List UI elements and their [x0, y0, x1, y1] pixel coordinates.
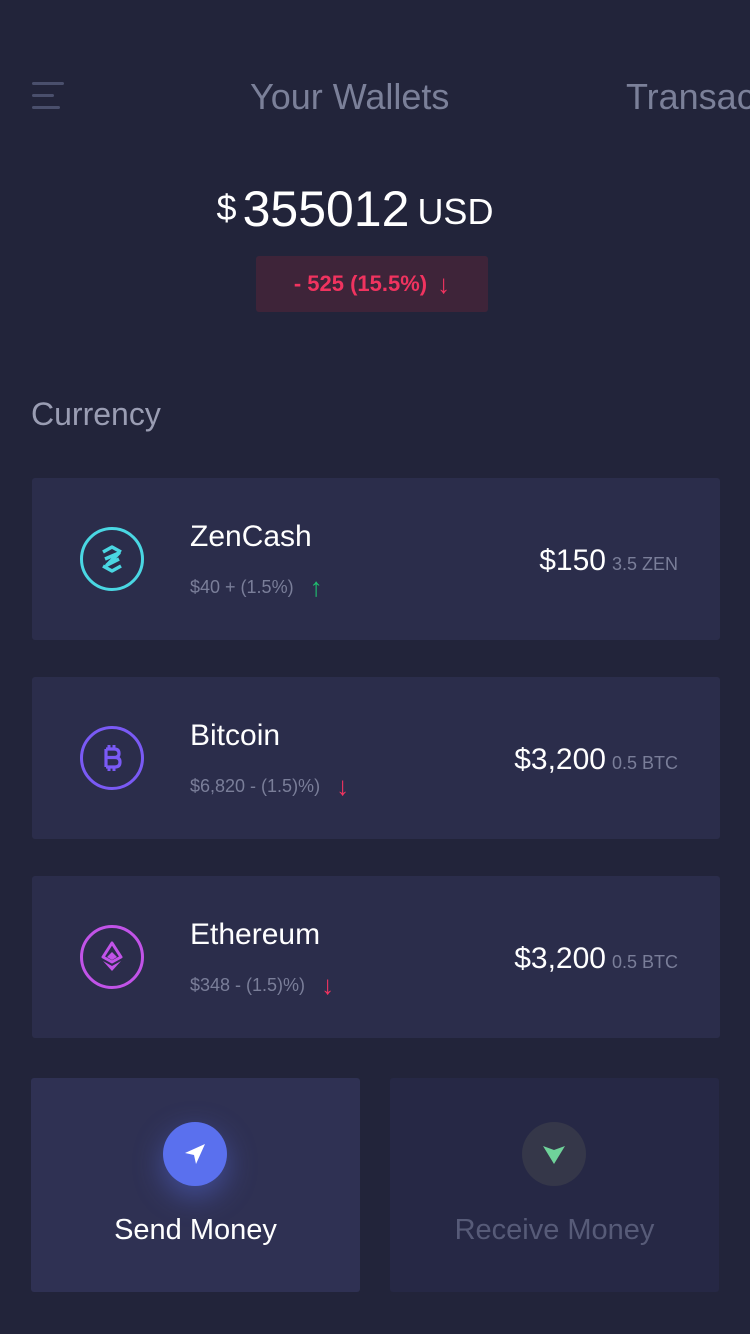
currency-price: $3,200 — [514, 743, 606, 776]
menu-line — [32, 94, 54, 97]
currency-holding: $150 3.5 ZEN — [539, 544, 678, 578]
balance-change-value: - 525 (15.5%) — [293, 271, 428, 296]
wallet-screen: Your Wallets Transac $355012 USD - 525 (1… — [0, 0, 750, 1334]
arrow-down-icon: ↓ — [336, 771, 350, 801]
total-balance: $355012 USD — [0, 180, 710, 238]
menu-line — [32, 106, 60, 109]
receive-money-label: Receive Money — [454, 1214, 655, 1246]
currency-holding: $3,200 0.5 BTC — [514, 743, 678, 777]
currency-card-zencash[interactable]: ZenCash $40 + (1.5%) ↑ $150 3.5 ZEN — [32, 478, 720, 640]
currency-card-bitcoin[interactable]: Bitcoin $6,820 - (1.5)%) ↓ $3,200 0.5 BTC — [32, 677, 720, 839]
tab-transactions[interactable]: Transac — [626, 76, 750, 118]
currency-change-text: $6,820 - (1.5)%) — [190, 776, 321, 796]
currency-price: $150 — [539, 544, 606, 577]
send-paper-plane-icon — [163, 1122, 227, 1186]
balance-change-badge: - 525 (15.5%) ↓ — [256, 256, 488, 312]
currency-change: $40 + (1.5%) ↑ — [190, 572, 323, 603]
section-title-currency: Currency — [31, 396, 161, 432]
currency-change-text: $40 + (1.5%) — [190, 577, 294, 597]
balance-currency-code: USD — [417, 191, 494, 232]
currency-quantity: 3.5 ZEN — [611, 554, 678, 574]
receive-money-button[interactable]: Receive Money — [390, 1078, 719, 1292]
hamburger-menu-icon[interactable] — [32, 82, 64, 112]
currency-change: $348 - (1.5)%) ↓ — [190, 970, 334, 1001]
balance-currency-symbol: $ — [216, 187, 237, 228]
currency-holding: $3,200 0.5 BTC — [514, 942, 678, 976]
currency-quantity: 0.5 BTC — [611, 952, 678, 972]
arrow-up-icon: ↑ — [309, 572, 323, 602]
arrow-down-icon: ↓ — [437, 268, 451, 299]
currency-change-text: $348 - (1.5)%) — [190, 975, 306, 995]
send-money-button[interactable]: Send Money — [31, 1078, 360, 1292]
bitcoin-coin-icon — [80, 726, 144, 790]
tab-your-wallets[interactable]: Your Wallets — [250, 76, 449, 118]
currency-name: ZenCash — [190, 520, 312, 553]
zencash-coin-icon — [80, 527, 144, 591]
ethereum-coin-icon — [80, 925, 144, 989]
currency-name: Bitcoin — [190, 719, 281, 752]
balance-amount: 355012 — [242, 181, 410, 237]
arrow-down-icon: ↓ — [321, 970, 335, 1000]
currency-change: $6,820 - (1.5)%) ↓ — [190, 771, 349, 802]
send-money-label: Send Money — [114, 1214, 277, 1246]
currency-price: $3,200 — [514, 942, 606, 975]
receive-chevron-icon — [522, 1122, 586, 1186]
menu-line — [32, 82, 64, 85]
currency-card-ethereum[interactable]: Ethereum $348 - (1.5)%) ↓ $3,200 0.5 BTC — [32, 876, 720, 1038]
currency-name: Ethereum — [190, 918, 321, 951]
currency-quantity: 0.5 BTC — [611, 753, 678, 773]
